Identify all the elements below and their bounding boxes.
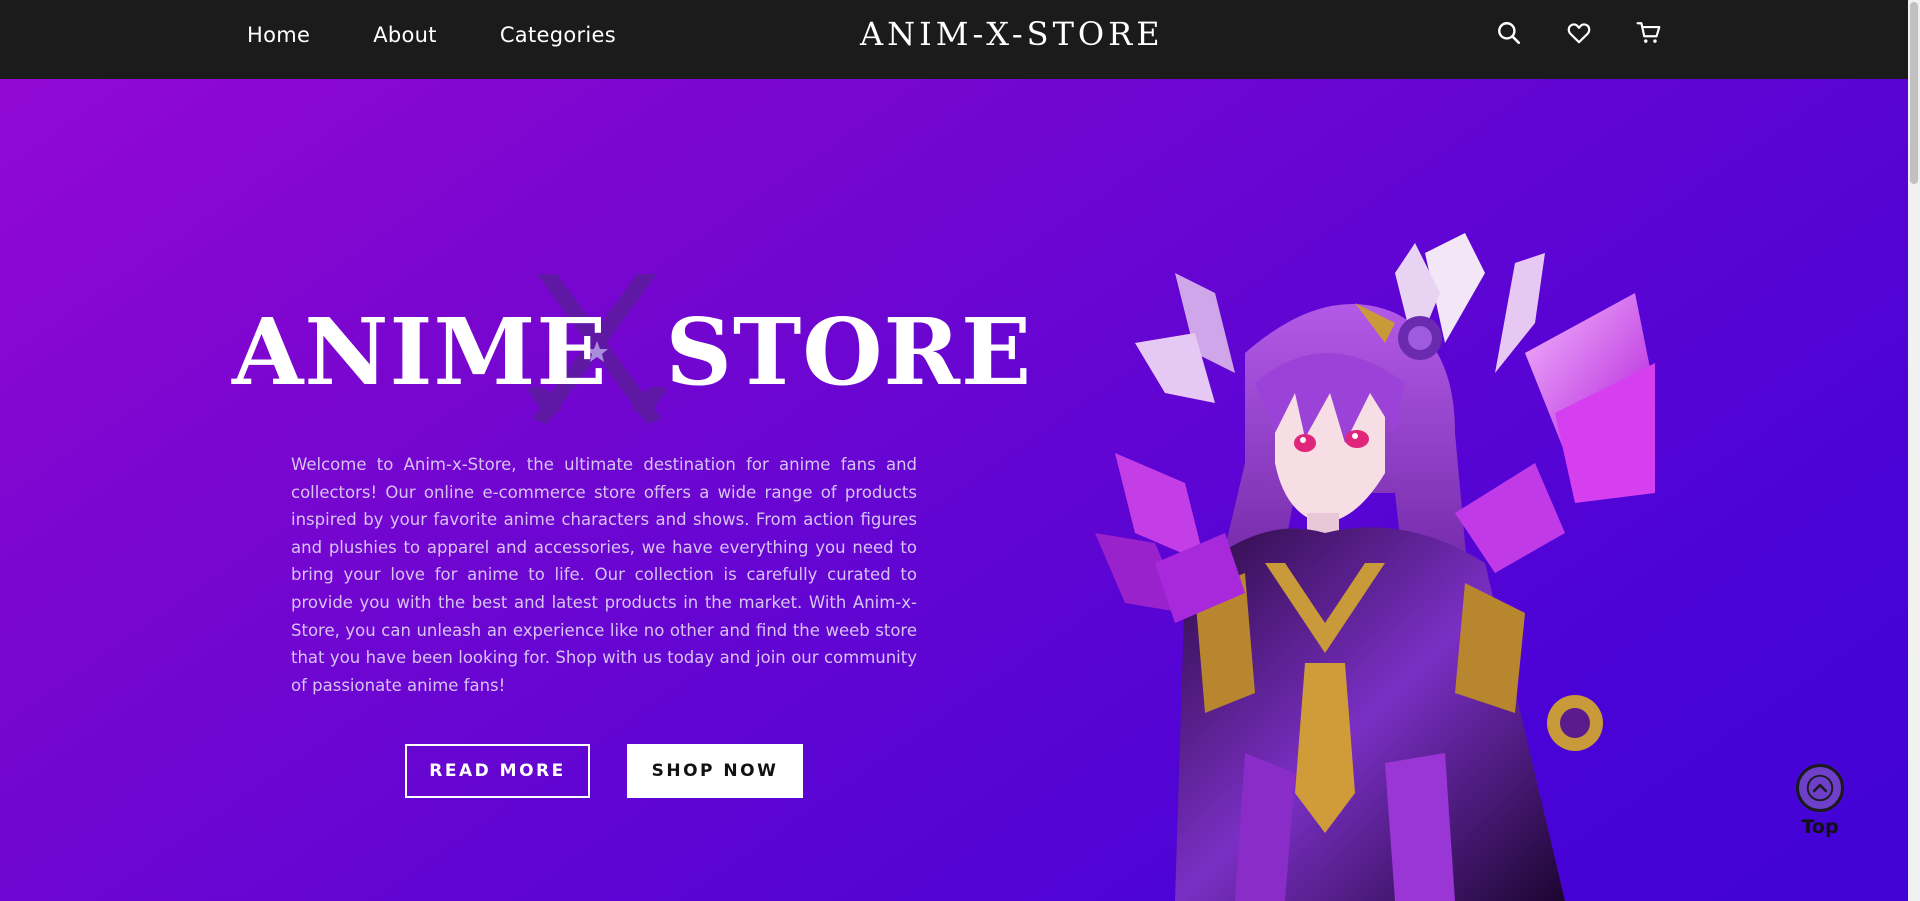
nav-link-categories[interactable]: Categories <box>500 23 616 47</box>
nav-links: Home About Categories <box>247 0 616 70</box>
scrollbar-thumb[interactable] <box>1910 2 1918 184</box>
brand-logo[interactable]: ANIM-X-STORE <box>860 14 1164 54</box>
anime-character-illustration <box>1095 233 1655 901</box>
cart-icon[interactable] <box>1636 20 1662 46</box>
shop-now-button[interactable]: SHOP NOW <box>627 744 803 798</box>
nav-link-about[interactable]: About <box>373 23 437 47</box>
scroll-to-top-button[interactable] <box>1796 764 1844 812</box>
chevron-up-icon <box>1806 774 1834 802</box>
hero-title: ANIME STORE <box>232 297 1032 407</box>
hero-section: ANIME STORE Welcome to Anim-x-Store, the … <box>0 79 1908 901</box>
vertical-scrollbar[interactable] <box>1908 0 1920 901</box>
page: Home About Categories ANIM-X-STORE ANIME… <box>0 0 1920 901</box>
hero-description: Welcome to Anim-x-Store, the ultimate de… <box>291 455 917 695</box>
hero-title-word-store: STORE <box>665 298 1033 406</box>
heart-icon[interactable] <box>1566 20 1592 46</box>
hero-title-block: ANIME STORE <box>232 274 1031 449</box>
nav-link-home[interactable]: Home <box>247 23 310 47</box>
hero-title-word-anime: ANIME <box>232 298 608 406</box>
scroll-to-top-label[interactable]: Top <box>1796 816 1844 838</box>
read-more-button[interactable]: READ MORE <box>405 744 590 798</box>
navbar: Home About Categories ANIM-X-STORE <box>0 0 1908 79</box>
nav-icons <box>1496 20 1662 46</box>
search-icon[interactable] <box>1496 20 1522 46</box>
